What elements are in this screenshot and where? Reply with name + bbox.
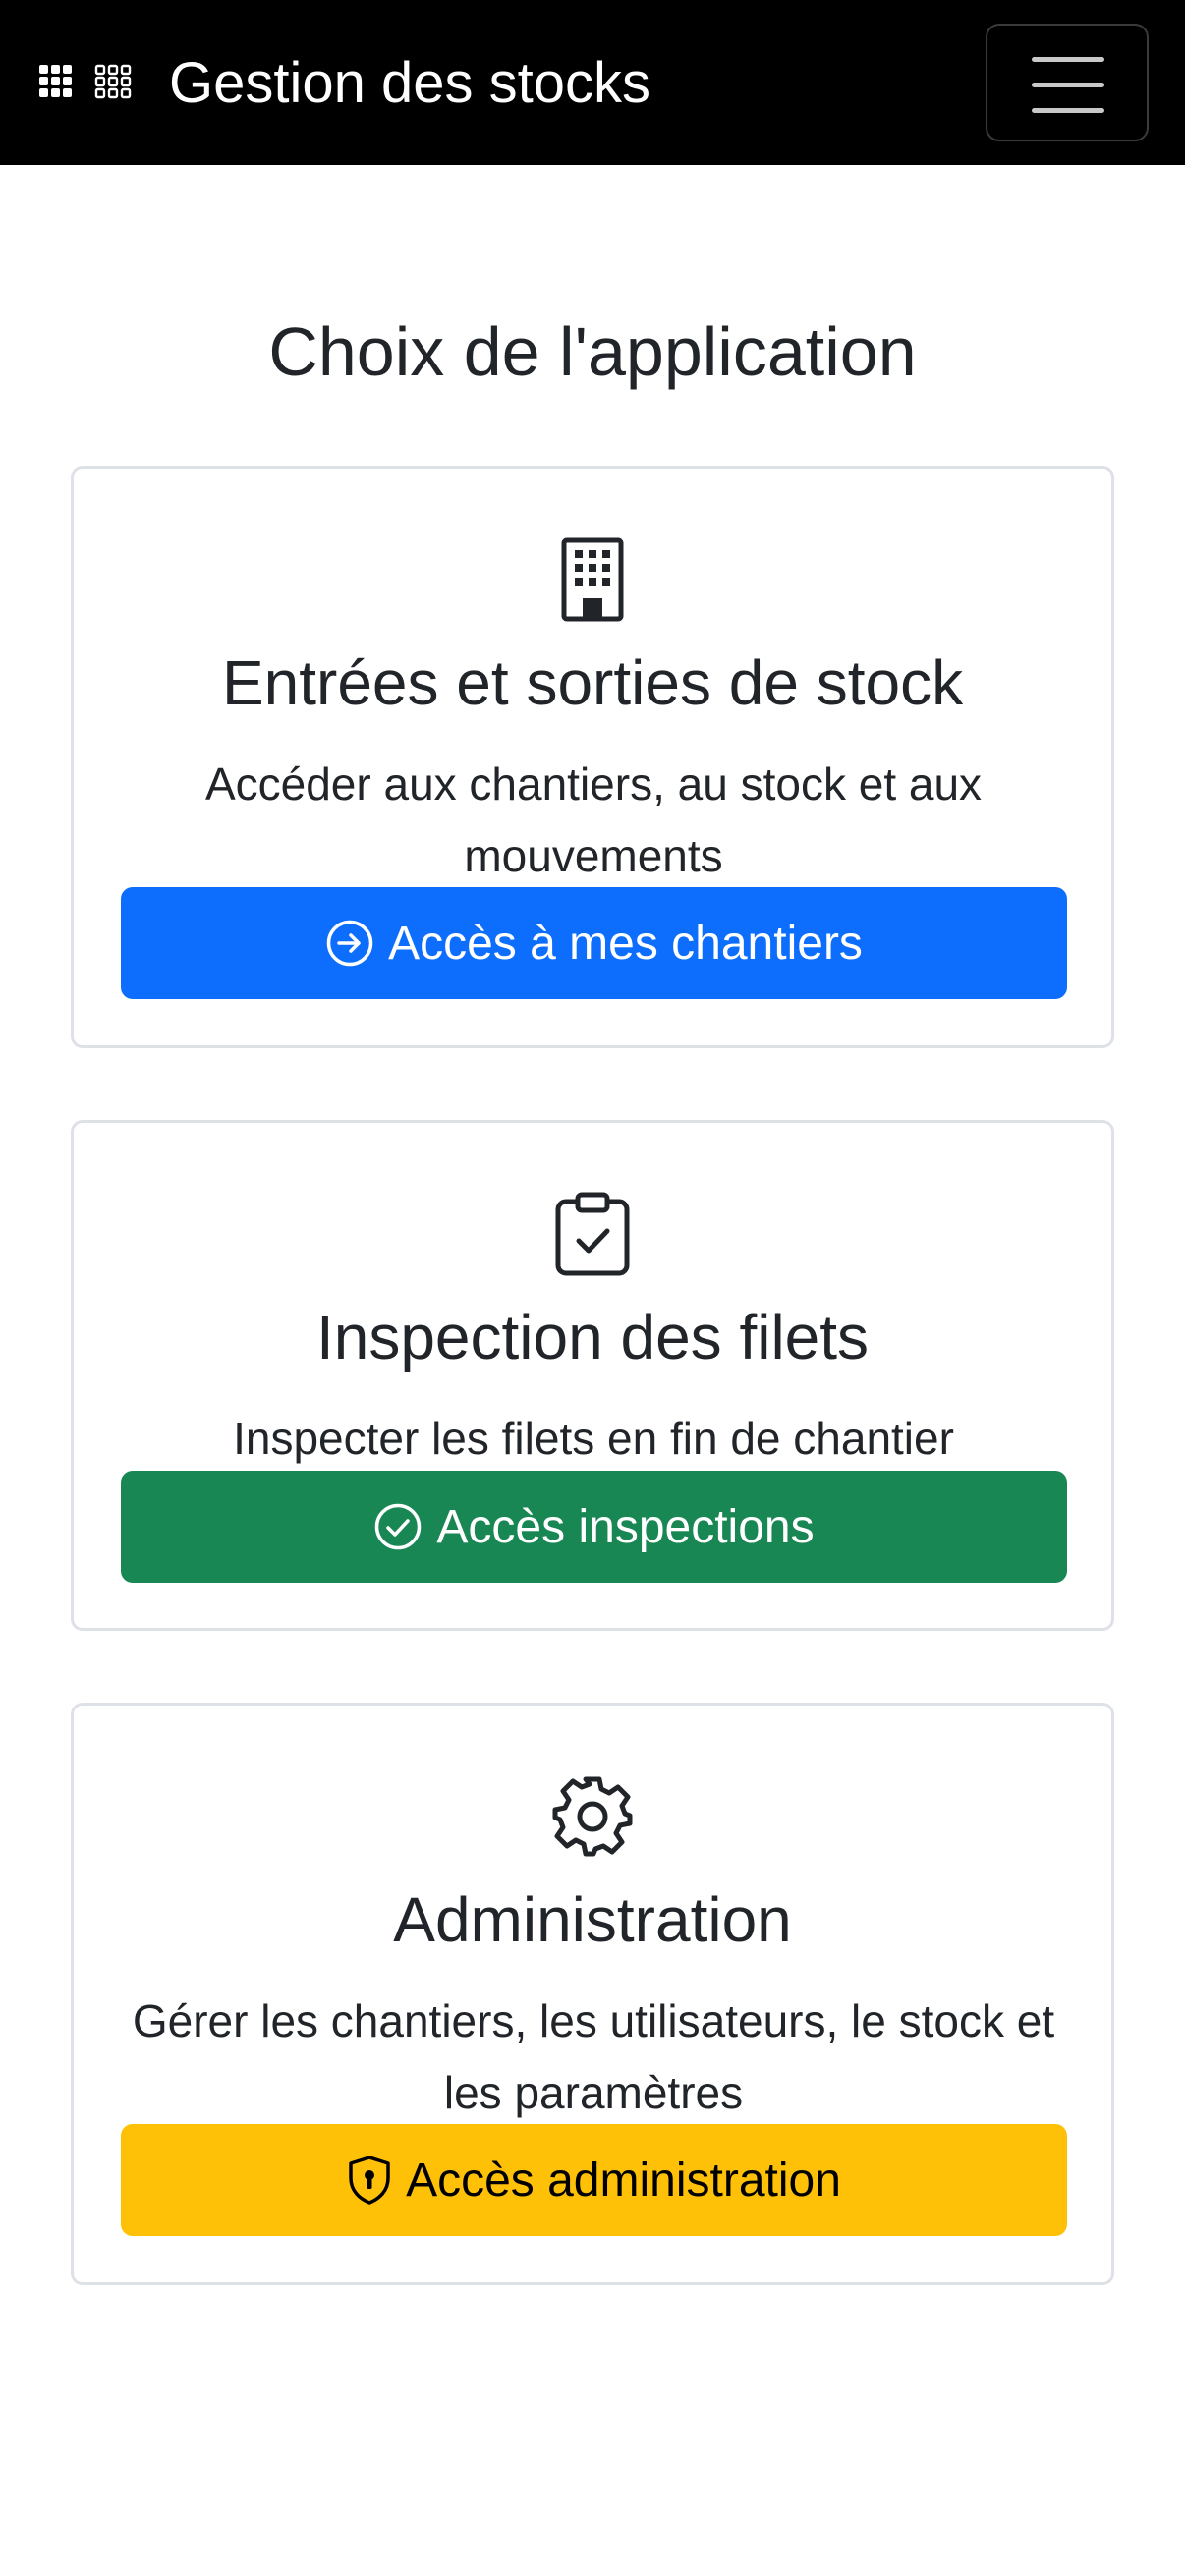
card-stock: Entrées et sorties de stock Accéder aux … [71, 466, 1114, 1048]
card-title: Entrées et sorties de stock [221, 647, 964, 718]
access-sites-button[interactable]: Accès à mes chantiers [121, 887, 1067, 999]
grid-icon [39, 64, 132, 99]
card-inspection: Inspection des filets Inspecter les file… [71, 1120, 1114, 1631]
brand-link[interactable]: Gestion des stocks [39, 0, 650, 165]
button-label: Accès administration [406, 2154, 841, 2207]
card-icon-wrapper [74, 1192, 1111, 1276]
card-title: Inspection des filets [315, 1302, 870, 1372]
access-inspections-button[interactable]: Accès inspections [121, 1471, 1067, 1583]
button-label: Accès inspections [436, 1500, 815, 1553]
arrow-right-circle-icon [326, 920, 373, 967]
card-icon-wrapper [74, 537, 1111, 622]
page-title: Choix de l'application [268, 313, 917, 390]
access-administration-button[interactable]: Accès administration [121, 2124, 1067, 2236]
menu-toggle-button[interactable] [986, 24, 1149, 141]
clipboard-check-icon [555, 1192, 630, 1276]
card-description: Accéder aux chantiers, au stock et aux m… [204, 758, 983, 881]
building-icon [561, 537, 624, 622]
top-navbar: Gestion des stocks [0, 0, 1185, 165]
hamburger-icon [1032, 57, 1104, 62]
card-administration: Administration Gérer les chantiers, les … [71, 1703, 1114, 2285]
card-icon-wrapper [74, 1774, 1111, 1859]
button-label: Accès à mes chantiers [388, 917, 863, 970]
gear-icon [552, 1776, 633, 1857]
card-title: Administration [393, 1884, 792, 1955]
check-circle-icon [375, 1503, 422, 1550]
shield-lock-icon [349, 2156, 390, 2205]
card-description: Gérer les chantiers, les utilisateurs, l… [132, 1995, 1055, 2118]
brand-title: Gestion des stocks [169, 50, 650, 115]
card-description: Inspecter les filets en fin de chantier [233, 1413, 954, 1464]
